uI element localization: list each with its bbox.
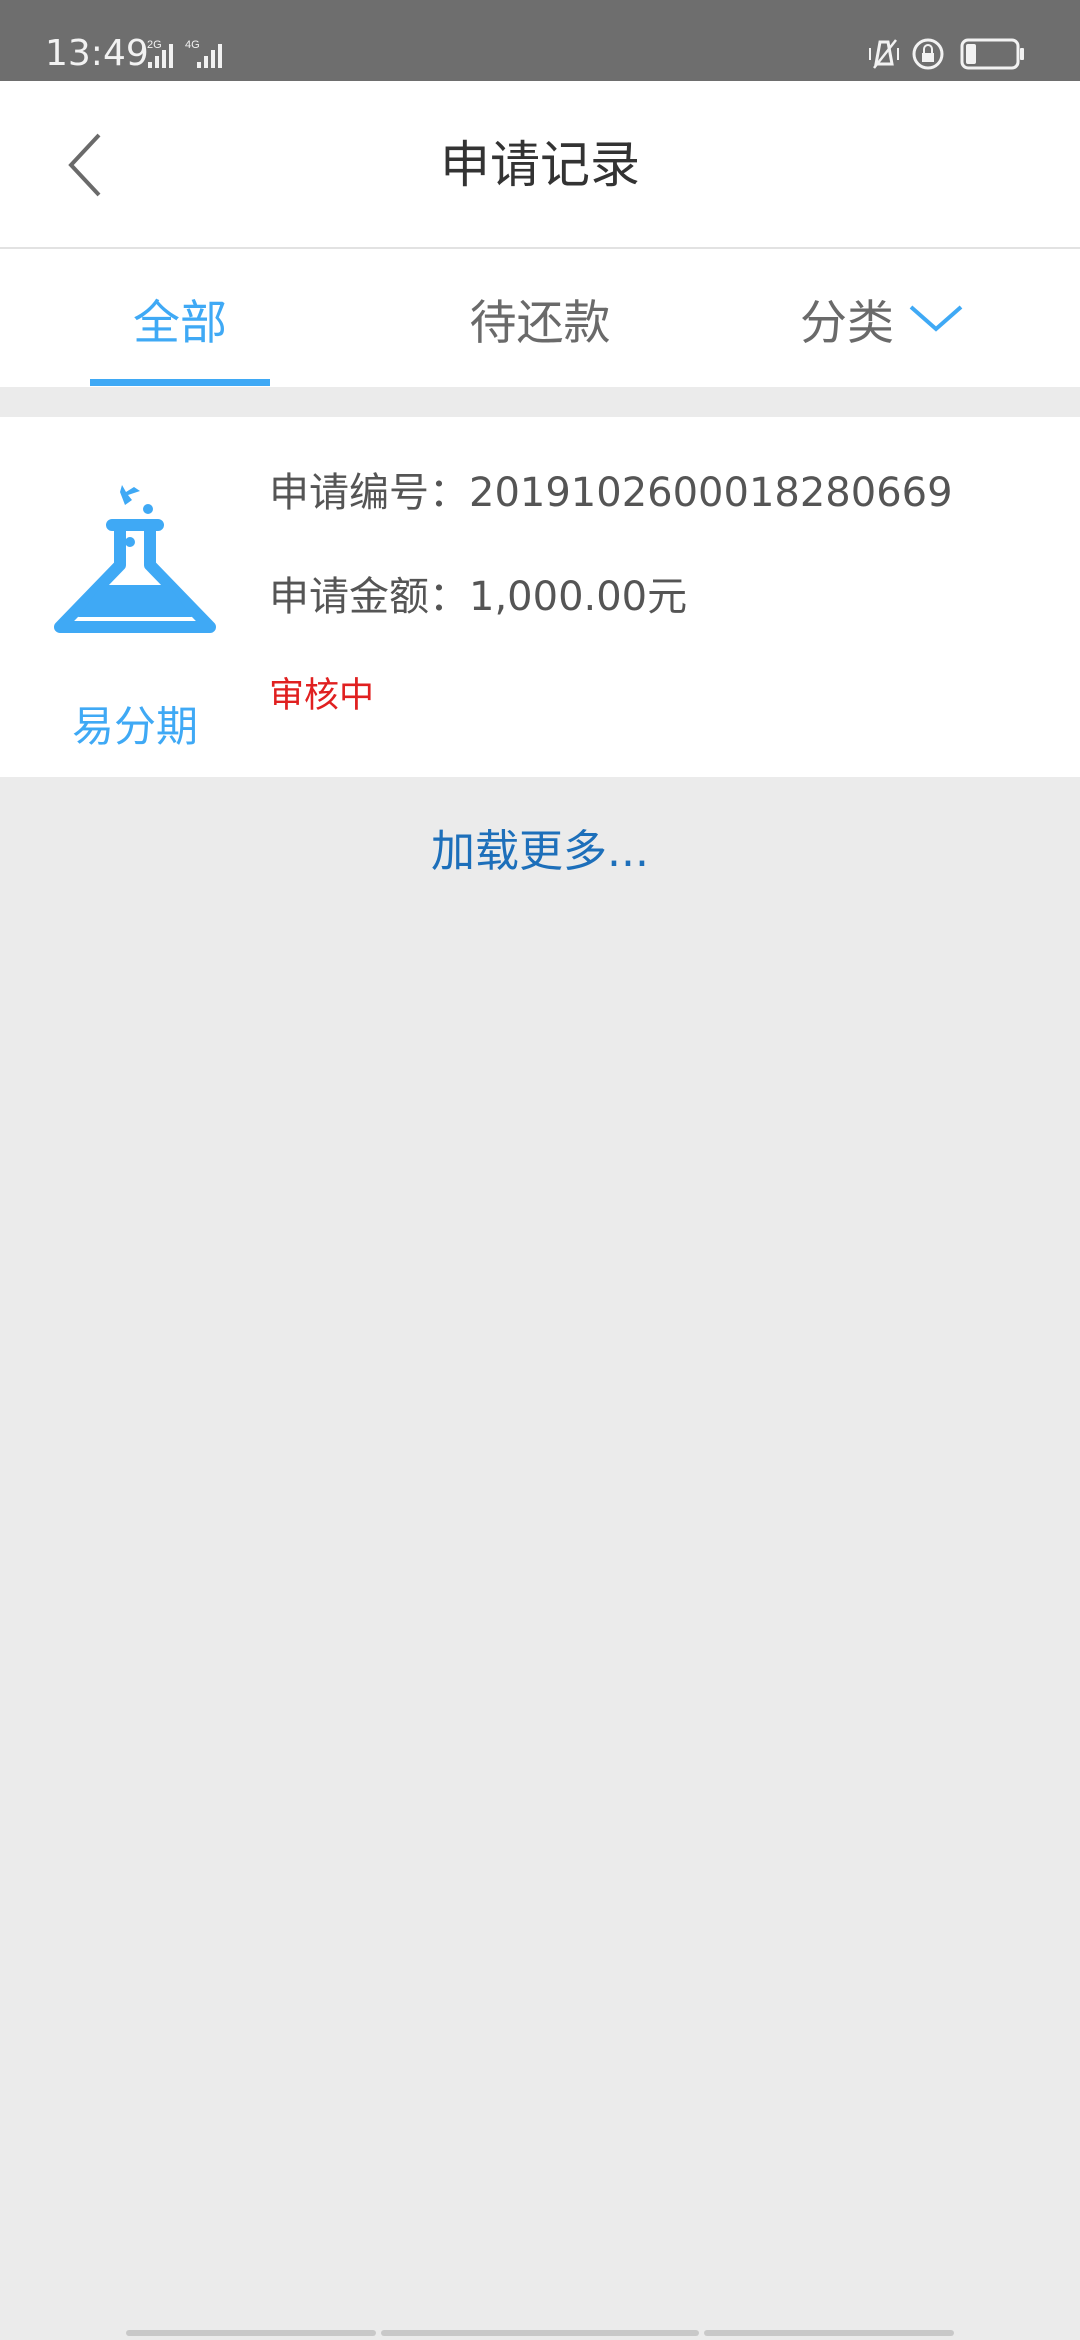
rotation-lock-icon: [912, 38, 944, 70]
page-title: 申请记录: [440, 136, 640, 194]
flask-icon: [54, 485, 216, 633]
active-tab-indicator: [90, 379, 270, 386]
product-name: 易分期: [71, 702, 198, 751]
gesture-bar-center: [381, 2330, 699, 2336]
application-amount-row: 申请金额：1,000.00元: [269, 569, 687, 625]
tab-category[interactable]: 分类: [800, 249, 1000, 387]
signal-icon: 2G 4G: [147, 39, 222, 68]
status-badge: 审核中: [269, 676, 375, 716]
tab-pending-repayment[interactable]: 待还款: [440, 249, 640, 387]
battery-icon: [960, 38, 1024, 70]
tab-all[interactable]: 全部: [90, 249, 270, 387]
tab-all-label: 全部: [133, 295, 227, 351]
tab-bar: 全部 待还款 分类: [0, 249, 1080, 387]
tab-category-label: 分类: [800, 295, 894, 351]
application-number: 2019102600018280669: [469, 470, 953, 516]
gesture-bar-left: [126, 2330, 376, 2336]
gesture-bar-right: [704, 2330, 954, 2336]
status-time: 13:49: [45, 33, 149, 74]
svg-text:2G: 2G: [147, 39, 162, 51]
application-amount: 1,000.00元: [469, 574, 688, 620]
application-number-row: 申请编号：2019102600018280669: [269, 465, 953, 521]
nav-bar: 申请记录: [0, 81, 1080, 249]
application-number-label: 申请编号：: [269, 470, 469, 516]
application-record-card[interactable]: 易分期 申请编号：2019102600018280669 申请金额：1,000.…: [0, 417, 1080, 777]
tab-pending-repayment-label: 待还款: [469, 295, 611, 351]
load-more-link[interactable]: 加载更多...: [0, 820, 1080, 884]
chevron-down-icon: [909, 305, 963, 332]
vibrate-icon: [869, 39, 899, 69]
svg-text:4G: 4G: [185, 39, 200, 51]
application-amount-label: 申请金额：: [269, 574, 469, 620]
status-bar: 13:49 2G 4G: [0, 0, 1080, 81]
status-icons: [869, 38, 1024, 70]
